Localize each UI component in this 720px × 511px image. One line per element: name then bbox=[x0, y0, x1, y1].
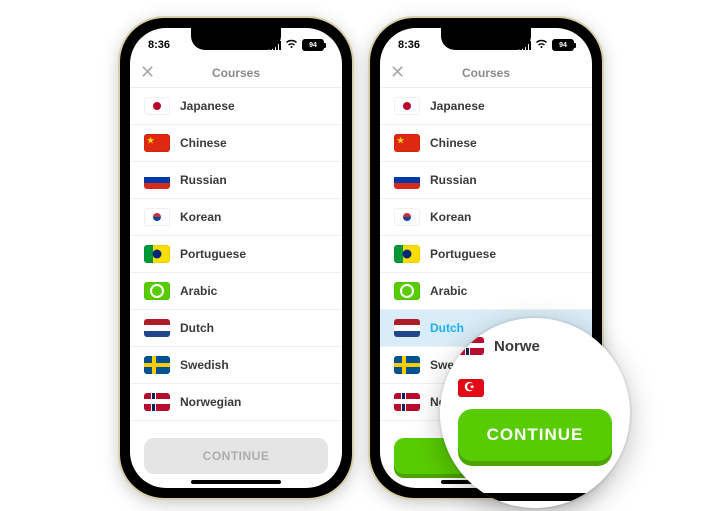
phone-left: 8:36 94 ✕ Courses Japanese Chinese Russian… bbox=[120, 18, 352, 498]
flag-icon-ar bbox=[144, 282, 170, 300]
language-label: Korean bbox=[180, 210, 221, 224]
language-label: Chinese bbox=[430, 136, 477, 150]
language-row-kr[interactable]: Korean bbox=[130, 199, 342, 236]
flag-icon-ru bbox=[394, 171, 420, 189]
magnified-continue-button[interactable]: CONTINUE bbox=[458, 409, 612, 461]
flag-icon-no bbox=[394, 393, 420, 411]
language-row-ar[interactable]: Arabic bbox=[380, 273, 592, 310]
language-list-left[interactable]: Japanese Chinese Russian Korean Portuguese Ar… bbox=[130, 88, 342, 428]
language-row-kr[interactable]: Korean bbox=[380, 199, 592, 236]
language-label: Dutch bbox=[180, 321, 214, 335]
language-label: Russian bbox=[180, 173, 227, 187]
language-row-ru[interactable]: Russian bbox=[130, 162, 342, 199]
flag-icon-no bbox=[144, 393, 170, 411]
battery-icon: 94 bbox=[552, 39, 574, 51]
language-row-ru[interactable]: Russian bbox=[380, 162, 592, 199]
language-row-ar[interactable]: Arabic bbox=[130, 273, 342, 310]
flag-icon-no bbox=[458, 337, 484, 355]
close-icon[interactable]: ✕ bbox=[140, 62, 155, 83]
flag-icon-tr bbox=[458, 379, 484, 397]
language-row-cn[interactable]: Chinese bbox=[380, 125, 592, 162]
flag-icon-ru bbox=[144, 171, 170, 189]
page-title: Courses bbox=[212, 66, 260, 80]
flag-icon-kr bbox=[394, 208, 420, 226]
language-label: Chinese bbox=[180, 136, 227, 150]
flag-icon-cn bbox=[144, 134, 170, 152]
magnified-row-turkish bbox=[458, 367, 612, 409]
flag-icon-pt bbox=[144, 245, 170, 263]
language-label: Japanese bbox=[180, 99, 235, 113]
language-row-se[interactable]: Swedish bbox=[130, 347, 342, 384]
language-row-no[interactable]: Norwegian bbox=[130, 384, 342, 421]
language-label: Arabic bbox=[180, 284, 217, 298]
language-label: Swedish bbox=[180, 358, 229, 372]
language-row-jp[interactable]: Japanese bbox=[130, 88, 342, 125]
flag-icon-pt bbox=[394, 245, 420, 263]
language-label: Norwegian bbox=[180, 395, 241, 409]
language-label: Arabic bbox=[430, 284, 467, 298]
screen-left: 8:36 94 ✕ Courses Japanese Chinese Russian… bbox=[130, 28, 342, 488]
flag-icon-se bbox=[394, 356, 420, 374]
close-icon[interactable]: ✕ bbox=[390, 62, 405, 83]
flag-icon-kr bbox=[144, 208, 170, 226]
language-label: Dutch bbox=[430, 321, 464, 335]
flag-icon-ar bbox=[394, 282, 420, 300]
language-row-nl[interactable]: Dutch bbox=[130, 310, 342, 347]
notch bbox=[191, 28, 281, 50]
flag-icon-nl bbox=[394, 319, 420, 337]
language-row-tr[interactable]: Turkish bbox=[130, 421, 342, 428]
nav-bar: ✕ Courses bbox=[380, 58, 592, 88]
language-row-jp[interactable]: Japanese bbox=[380, 88, 592, 125]
home-indicator bbox=[191, 480, 281, 484]
flag-icon-jp bbox=[394, 97, 420, 115]
status-time: 8:36 bbox=[148, 39, 170, 51]
language-label: Japanese bbox=[430, 99, 485, 113]
footer-left: CONTINUE bbox=[130, 428, 342, 488]
language-row-pt[interactable]: Portuguese bbox=[130, 236, 342, 273]
magnified-home-indicator bbox=[478, 493, 592, 501]
language-label: Portuguese bbox=[430, 247, 496, 261]
language-row-pt[interactable]: Portuguese bbox=[380, 236, 592, 273]
language-row-cn[interactable]: Chinese bbox=[130, 125, 342, 162]
status-time: 8:36 bbox=[398, 39, 420, 51]
wifi-icon bbox=[535, 39, 548, 52]
flag-icon-jp bbox=[144, 97, 170, 115]
language-label: Portuguese bbox=[180, 247, 246, 261]
flag-icon-se bbox=[144, 356, 170, 374]
language-label: Korean bbox=[430, 210, 471, 224]
battery-icon: 94 bbox=[302, 39, 324, 51]
magnified-row-label: Norwe bbox=[494, 338, 540, 355]
magnifier-callout: Norwe CONTINUE bbox=[440, 318, 630, 508]
notch bbox=[441, 28, 531, 50]
flag-icon-nl bbox=[144, 319, 170, 337]
nav-bar: ✕ Courses bbox=[130, 58, 342, 88]
continue-button-disabled: CONTINUE bbox=[144, 438, 328, 474]
page-title: Courses bbox=[462, 66, 510, 80]
flag-icon-cn bbox=[394, 134, 420, 152]
wifi-icon bbox=[285, 39, 298, 52]
language-label: Russian bbox=[430, 173, 477, 187]
